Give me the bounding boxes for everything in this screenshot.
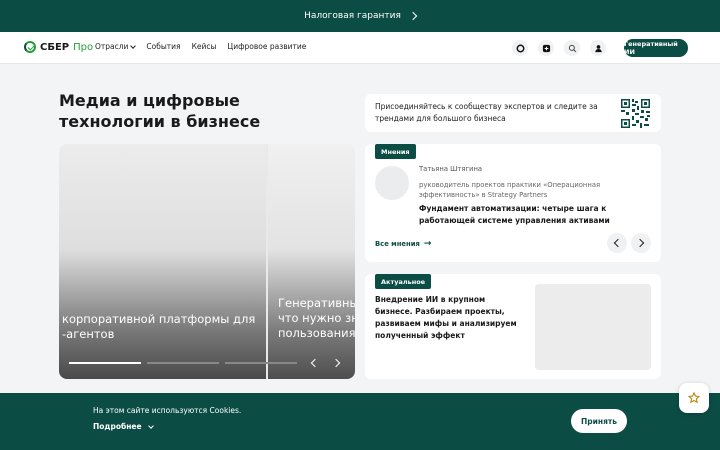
slide-caption: корпоративной платформы для -агентов — [62, 312, 256, 341]
featured-slider[interactable]: корпоративной платформы для -агентов Ген… — [59, 144, 355, 379]
star-icon — [688, 392, 700, 404]
sber-logo-icon — [24, 41, 36, 53]
next-opinion-button[interactable] — [631, 233, 651, 253]
search-icon[interactable] — [564, 40, 580, 56]
promo-banner-text[interactable]: Налоговая гарантия — [304, 11, 401, 21]
menu-item-industries[interactable]: Отрасли — [95, 42, 137, 51]
logo-text: СБЕР — [40, 41, 70, 53]
page-title: Медиа и цифровые технологии в бизнесе — [59, 91, 261, 131]
slide[interactable]: Генеративны что нужно зн пользования — [268, 144, 355, 379]
opinion-headline[interactable]: Фундамент автоматизации: четыре шага к р… — [419, 203, 649, 227]
opinion-tag: Мнения — [375, 144, 416, 159]
logo[interactable]: СБЕР Про — [24, 41, 93, 53]
menu-item-label: Отрасли — [95, 42, 129, 51]
prev-opinion-button[interactable] — [607, 233, 627, 253]
chevron-right-icon — [408, 11, 418, 21]
menu-item-events[interactable]: События — [146, 42, 180, 51]
menu-item-digital[interactable]: Цифровое развитие — [227, 42, 306, 51]
slide-caption: Генеративны что нужно зн пользования — [278, 296, 355, 340]
accept-cookies-button[interactable]: Принять — [571, 409, 627, 433]
promo-banner[interactable]: Налоговая гарантия — [0, 0, 720, 32]
author-role: руководитель проектов практики «Операцио… — [419, 181, 601, 199]
favorites-button[interactable] — [679, 383, 709, 413]
menu-item-cases[interactable]: Кейсы — [192, 42, 217, 51]
opinion-card[interactable]: Мнения Татьяна Штягина руководитель прое… — [365, 144, 661, 262]
author-name: Татьяна Штягина — [419, 165, 483, 173]
user-icon[interactable] — [590, 40, 606, 56]
slider-progress[interactable] — [147, 362, 219, 364]
article-thumbnail[interactable] — [535, 284, 651, 370]
avatar — [375, 166, 409, 200]
main-menu: Отрасли События Кейсы Цифровое развитие — [95, 42, 306, 51]
cookie-more-link[interactable]: Подробнее — [93, 422, 154, 431]
slide[interactable]: корпоративной платформы для -агентов — [59, 144, 266, 379]
actual-tag: Актуальное — [375, 274, 432, 289]
slider-next-icon[interactable] — [331, 358, 341, 368]
header-actions — [512, 40, 606, 56]
actual-headline[interactable]: Внедрение ИИ в крупном бизнесе. Разбирае… — [375, 294, 520, 342]
slider-progress-active[interactable] — [69, 362, 141, 364]
community-text: Присоединяйтесь к сообществу экспертов и… — [375, 102, 598, 123]
chevron-down-icon — [130, 42, 137, 49]
plus-icon[interactable] — [538, 40, 554, 56]
chat-icon[interactable] — [512, 40, 528, 56]
generative-ai-button[interactable]: Генеративный ИИ — [624, 39, 688, 57]
header-nav: СБЕР Про Отрасли События Кейсы Цифровое … — [0, 32, 720, 64]
cookie-message: На этом сайте используются Cookies. — [93, 406, 242, 415]
logo-pro-text: Про — [73, 41, 94, 53]
slider-progress[interactable] — [225, 362, 297, 364]
cookie-banner: На этом сайте используются Cookies. Подр… — [0, 393, 720, 450]
chevron-down-icon — [147, 422, 154, 429]
community-card[interactable]: Присоединяйтесь к сообществу экспертов и… — [365, 94, 661, 132]
all-opinions-label: Все мнения — [375, 240, 420, 248]
slider-prev-icon[interactable] — [308, 358, 318, 368]
qr-code-icon — [620, 98, 651, 129]
cookie-more-label: Подробнее — [93, 422, 142, 431]
arrow-right-icon: → — [423, 239, 432, 249]
all-opinions-link[interactable]: Все мнения → — [375, 239, 431, 249]
actual-card[interactable]: Актуальное Внедрение ИИ в крупном бизнес… — [365, 274, 661, 379]
